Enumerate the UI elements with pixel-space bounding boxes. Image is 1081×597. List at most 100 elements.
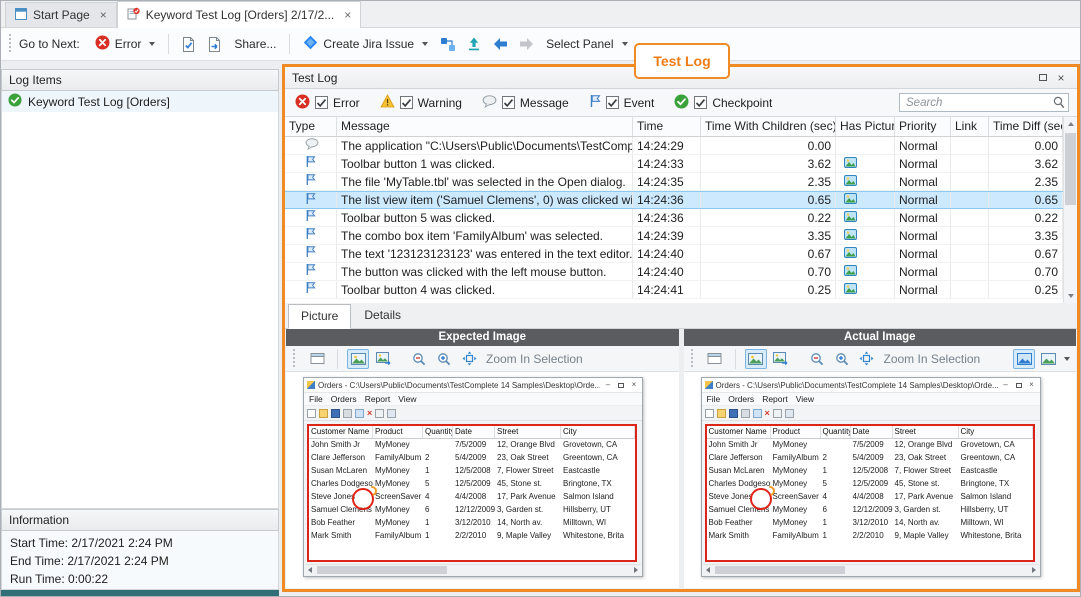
error-checkbox[interactable] <box>315 96 328 109</box>
select-panel-button[interactable]: Select Panel <box>539 34 634 54</box>
log-row[interactable]: The text '123123123123' was entered in t… <box>285 245 1077 263</box>
zoom-in-selection-icon[interactable] <box>856 349 878 369</box>
log-row[interactable]: The file 'MyTable.tbl' was selected in t… <box>285 173 1077 191</box>
filter-error[interactable]: Error <box>295 94 360 112</box>
column-header-time[interactable]: Time <box>633 117 701 136</box>
orders-menubar: FileOrdersReportView <box>702 393 1040 406</box>
zoom-in-icon[interactable] <box>831 349 853 369</box>
orders-cell: 12, Orange Blvd <box>495 439 561 452</box>
back-button[interactable] <box>487 32 513 56</box>
orders-cell: Grovetown, CA <box>561 439 635 452</box>
log-time-with-children-cell: 0.25 <box>701 281 836 298</box>
toolbar-grip[interactable] <box>293 349 295 369</box>
log-priority-cell: Normal <box>895 209 951 226</box>
show-image-icon[interactable] <box>745 349 767 369</box>
orders-column-header: Customer Name <box>309 426 373 438</box>
log-priority-cell: Normal <box>895 281 951 298</box>
orders-cell: Salmon Island <box>561 491 635 504</box>
table-view-icon <box>785 409 794 418</box>
log-row[interactable]: The list view item ('Samuel Clemens', 0)… <box>285 191 1077 209</box>
toolbar-grip[interactable] <box>691 349 693 369</box>
log-has-picture-cell <box>836 137 895 154</box>
dock-panel-icon[interactable] <box>704 349 726 369</box>
orders-cell: 12/5/2009 <box>453 478 495 491</box>
column-header-has-picture[interactable]: Has Picture <box>836 117 895 136</box>
orders-column-header: Street <box>495 426 561 438</box>
tab-keyword-test-log[interactable]: Keyword Test Log [Orders] 2/17/2... × <box>117 1 362 28</box>
filter-checkpoint[interactable]: Checkpoint <box>674 94 772 112</box>
log-row[interactable]: Toolbar button 1 was clicked.14:24:333.6… <box>285 155 1077 173</box>
filter-event[interactable]: Event <box>589 94 655 111</box>
upload-results-button[interactable] <box>461 32 487 56</box>
scroll-thumb[interactable] <box>1065 133 1076 205</box>
column-header-priority[interactable]: Priority <box>895 117 951 136</box>
log-row[interactable]: The application "C:\Users\Public\Documen… <box>285 137 1077 155</box>
log-row[interactable]: Toolbar button 5 was clicked.14:24:360.2… <box>285 209 1077 227</box>
log-row[interactable]: The button was clicked with the left mou… <box>285 263 1077 281</box>
create-jira-issue-button[interactable]: Create Jira Issue <box>296 32 435 56</box>
go-to-next-error-button[interactable]: Error <box>88 32 163 56</box>
log-items-tree-item[interactable]: Keyword Test Log [Orders] <box>2 91 278 112</box>
log-row[interactable]: The combo box item 'FamilyAlbum' was sel… <box>285 227 1077 245</box>
close-tab-icon[interactable]: × <box>344 10 351 20</box>
float-panel-icon[interactable] <box>1034 67 1052 88</box>
export-log-button[interactable] <box>175 32 201 56</box>
chevron-down-icon[interactable] <box>1064 357 1070 361</box>
search-input[interactable] <box>899 93 1069 112</box>
message-checkbox[interactable] <box>502 96 515 109</box>
test-log-panel: Test Log × Error Warning Message <box>282 64 1080 592</box>
warning-checkbox[interactable] <box>400 96 413 109</box>
orders-cell: 1 <box>423 517 453 530</box>
jira-workflow-button[interactable] <box>435 32 461 56</box>
close-panel-icon[interactable]: × <box>1052 67 1070 88</box>
compare-controls <box>1013 349 1076 369</box>
column-header-message[interactable]: Message <box>337 117 633 136</box>
tab-start-page[interactable]: Start Page × <box>5 2 117 27</box>
event-checkbox[interactable] <box>606 96 619 109</box>
zoom-out-icon[interactable] <box>408 349 430 369</box>
zoom-in-selection-icon[interactable] <box>458 349 480 369</box>
log-time-with-children-cell: 0.67 <box>701 245 836 262</box>
log-type-cell <box>285 245 337 262</box>
document-tabbar: Start Page × Keyword Test Log [Orders] 2… <box>1 1 1080 28</box>
click-annotation-circle <box>352 488 374 510</box>
show-image-icon[interactable] <box>347 349 369 369</box>
delete-icon: × <box>765 409 770 418</box>
log-row[interactable]: Toolbar button 4 was clicked.14:24:410.2… <box>285 281 1077 299</box>
zoom-in-icon[interactable] <box>433 349 455 369</box>
filter-message[interactable]: Message <box>482 95 569 111</box>
scroll-down-icon[interactable] <box>1064 288 1077 303</box>
close-tab-icon[interactable]: × <box>100 10 107 20</box>
tab-picture[interactable]: Picture <box>288 304 351 329</box>
share-button[interactable]: Share... <box>227 34 283 54</box>
zoom-out-icon[interactable] <box>806 349 828 369</box>
column-header-type[interactable]: Type <box>285 117 337 136</box>
toolbar-grip[interactable] <box>9 34 11 54</box>
forward-button[interactable] <box>513 32 539 56</box>
dock-panel-icon[interactable] <box>306 349 328 369</box>
orders-cell: MyMoney <box>373 478 423 491</box>
scroll-up-icon[interactable] <box>1064 117 1077 132</box>
log-scrollbar[interactable] <box>1063 117 1077 303</box>
click-annotation-circle <box>750 488 772 510</box>
filter-warning[interactable]: Warning <box>380 94 462 111</box>
compare-images-icon[interactable] <box>1013 349 1035 369</box>
actual-image-canvas[interactable]: Orders - C:\Users\Public\Documents\TestC… <box>684 372 1077 588</box>
expected-image-canvas[interactable]: Orders - C:\Users\Public\Documents\TestC… <box>286 372 679 588</box>
log-message-cell: The text '123123123123' was entered in t… <box>337 245 633 262</box>
column-header-time-diff[interactable]: Time Diff (sec) <box>989 117 1063 136</box>
view-mode-icon[interactable] <box>1037 349 1059 369</box>
save-log-button[interactable] <box>201 32 227 56</box>
orders-cell: 12/5/2008 <box>453 465 495 478</box>
column-header-time-with-children[interactable]: Time With Children (sec) <box>701 117 836 136</box>
tab-details[interactable]: Details <box>351 303 414 328</box>
orders-cell: 1 <box>821 530 851 543</box>
column-header-link[interactable]: Link <box>951 117 989 136</box>
orders-cell: 12/5/2008 <box>851 465 893 478</box>
event-flag-icon <box>305 281 316 298</box>
minimize-icon: – <box>603 380 613 390</box>
log-message-cell: The file 'MyTable.tbl' was selected in t… <box>337 173 633 190</box>
save-image-icon[interactable] <box>770 349 792 369</box>
save-image-icon[interactable] <box>372 349 394 369</box>
checkpoint-checkbox[interactable] <box>694 96 707 109</box>
